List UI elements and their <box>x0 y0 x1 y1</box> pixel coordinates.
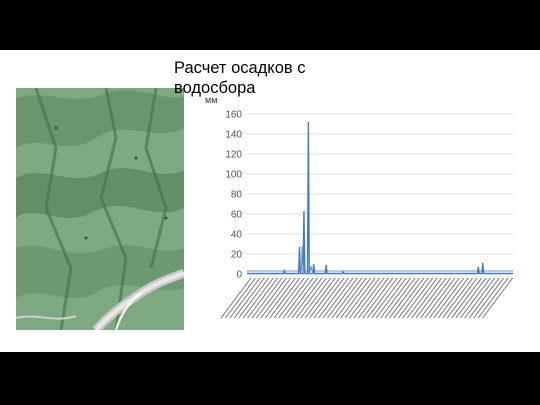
x-tick-label <box>384 277 416 319</box>
x-tick-label <box>251 277 283 319</box>
x-tick-label <box>442 277 474 319</box>
x-tick-label <box>224 277 256 319</box>
x-tick-label <box>295 277 327 319</box>
x-tick-label <box>473 277 505 319</box>
slide: Расчет осадков с водосбора мм 0 20 40 60 80 1… <box>0 50 540 352</box>
y-tick-label: 120 <box>225 150 242 161</box>
y-tick-label: 40 <box>231 230 243 241</box>
x-tick-label <box>313 277 345 319</box>
x-tick-label <box>322 277 354 319</box>
x-tick-label <box>282 277 314 319</box>
x-tick-label <box>362 277 394 319</box>
x-tick-label <box>371 277 403 319</box>
x-tick-label <box>229 277 261 319</box>
x-tick-label <box>433 277 465 319</box>
x-tick-label <box>256 277 287 319</box>
x-tick-label <box>242 277 274 319</box>
x-tick-label <box>389 277 420 319</box>
x-tick-label <box>468 277 500 319</box>
x-tick-label <box>247 277 279 319</box>
y-tick-label: 60 <box>231 210 243 221</box>
x-tick-label <box>269 277 301 319</box>
x-tick-label <box>300 277 332 319</box>
x-tick-label <box>273 277 305 319</box>
series-line-2 <box>247 245 513 272</box>
x-tick-label <box>459 277 491 319</box>
x-tick-label <box>406 277 438 319</box>
series-line-1 <box>247 121 513 275</box>
x-tick-label <box>264 277 296 319</box>
x-tick-labels <box>220 277 514 319</box>
x-tick-label <box>233 277 265 319</box>
precipitation-chart: 0 20 40 60 80 100 120 140 160 <box>220 110 514 319</box>
y-tick-label: 20 <box>231 250 243 261</box>
y-tick-label: 100 <box>225 170 242 181</box>
y-tick-label: 0 <box>236 270 242 281</box>
x-tick-label <box>309 277 341 319</box>
x-tick-label <box>278 277 310 319</box>
x-tick-label <box>287 277 318 319</box>
x-tick-label <box>260 277 292 319</box>
x-tick-label <box>464 277 496 319</box>
x-tick-label <box>220 277 252 319</box>
x-tick-label <box>357 277 389 319</box>
x-tick-label <box>424 277 456 319</box>
x-tick-label <box>411 277 443 319</box>
x-tick-label <box>428 277 460 319</box>
x-tick-label <box>393 277 425 319</box>
y-tick-label: 140 <box>225 130 242 141</box>
x-tick-label <box>353 277 385 319</box>
x-tick-label <box>335 277 367 319</box>
y-tick-label: 80 <box>231 190 243 201</box>
x-tick-label <box>331 277 363 319</box>
x-tick-label <box>340 277 372 319</box>
x-tick-label <box>238 277 270 319</box>
x-tick-label <box>482 277 514 319</box>
x-tick-label <box>446 277 478 319</box>
y-tick-label: 160 <box>225 110 242 121</box>
x-tick-label <box>477 277 509 319</box>
x-tick-label <box>318 277 349 319</box>
x-tick-label <box>304 277 336 319</box>
x-tick-label <box>349 277 381 319</box>
x-tick-label <box>451 277 482 319</box>
x-tick-label <box>344 277 376 319</box>
x-tick-label <box>366 277 398 319</box>
x-tick-label <box>415 277 447 319</box>
x-tick-label <box>402 277 434 319</box>
x-tick-label <box>397 277 429 319</box>
x-tick-label <box>437 277 469 319</box>
x-tick-label <box>375 277 407 319</box>
x-tick-label <box>455 277 487 319</box>
x-tick-label <box>291 277 323 319</box>
x-tick-label <box>380 277 412 319</box>
x-tick-label <box>420 277 451 319</box>
x-tick-label <box>326 277 358 319</box>
